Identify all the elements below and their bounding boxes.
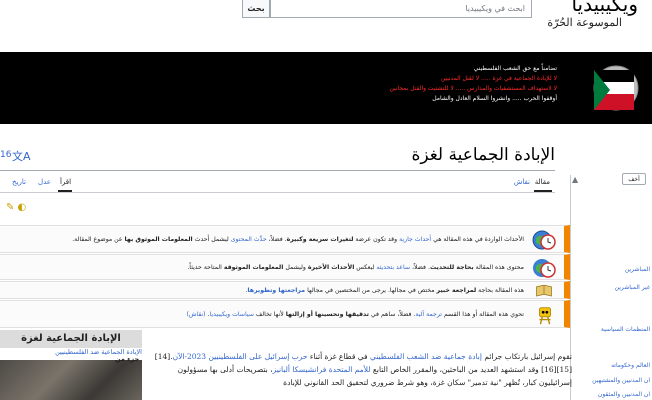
clock-globe-icon bbox=[533, 259, 556, 278]
text-run: . فضلاً، ساهم في bbox=[368, 311, 416, 318]
part-of-label: جزء من bbox=[115, 355, 140, 363]
text-run: وقد تكون عرضة bbox=[353, 236, 400, 243]
tab-talk[interactable]: نقاش bbox=[514, 178, 530, 186]
machine-translation-notice: تحوي هذه المقالة أو هذا القسم ترجمة آلية… bbox=[0, 300, 570, 328]
sidebar-link-5[interactable]: العالم وحكوماته bbox=[611, 362, 650, 369]
help-update-link[interactable]: ساعد بتحديثه bbox=[376, 264, 410, 271]
wikipedia-logo-title[interactable]: ويكيبيديا bbox=[571, 0, 638, 16]
language-count[interactable]: 16 bbox=[0, 150, 11, 160]
palestine-globe-emblem bbox=[593, 65, 639, 111]
infobox-photo[interactable] bbox=[0, 360, 142, 400]
solidarity-banner: تضامناً مع حق الشعب الفلسطيني لا للإبادة… bbox=[0, 52, 652, 124]
banner-line-3: لا لاستهداف المستشفيات والمدارس ..... لا… bbox=[389, 85, 557, 92]
war-link[interactable]: حرب إسرائيل على الفلسطينيين 2023-الآن bbox=[173, 352, 308, 361]
lead-paragraph: تقوم إسرائيل بارتكاب جرائم إبادة جماعية … bbox=[145, 350, 572, 389]
text-run: . فضلاً، bbox=[410, 264, 430, 271]
text-run: محتوى هذه المقالة bbox=[473, 264, 524, 271]
wikipedia-policies-link[interactable]: سياسات ويكيبيديا bbox=[210, 311, 254, 318]
sidebar-link-6[interactable]: ان المدنيين والمشتبهين bbox=[592, 377, 650, 384]
text-run: في قطاع غزة أثناء bbox=[307, 352, 371, 361]
un-rapporteur-link[interactable]: للأمم المتحدة فرانشيسكا ألبانيز bbox=[273, 365, 371, 374]
text-run: بحاجة للتحديث bbox=[429, 264, 474, 271]
text-run: ليعكس bbox=[354, 264, 377, 271]
notice-text: الأحداث الواردة في هذه المقالة هي أحداث … bbox=[6, 235, 524, 245]
text-run: عن موضوع المقالة. bbox=[72, 236, 125, 243]
sidebar-link-1[interactable]: المباشرين bbox=[625, 266, 650, 273]
tab-read[interactable]: اقرأ bbox=[60, 178, 71, 186]
scroll-up-icon[interactable]: ▲ bbox=[572, 175, 578, 184]
title-divider bbox=[0, 170, 555, 171]
notice-text: تحوي هذه المقالة أو هذا القسم ترجمة آلية… bbox=[6, 310, 524, 320]
text-run: وليشمل bbox=[283, 264, 308, 271]
banner-line-2: لا للإبادة الجماعية في غزة ..... لا لقتل… bbox=[440, 75, 557, 82]
genocide-link[interactable]: إبادة جماعية ضد الشعب الفلسطيني bbox=[370, 352, 482, 361]
search-input[interactable]: ابحث في ويكيبيديا bbox=[270, 0, 532, 18]
text-run: الأحداث الأخيرة bbox=[307, 264, 355, 271]
update-content-link[interactable]: حدِّث المحتوى bbox=[231, 236, 267, 243]
discussion-link[interactable]: (نقاش) bbox=[186, 311, 205, 318]
sidebar-link-7[interactable]: ان المدنيين والمثقون bbox=[598, 391, 650, 398]
tabs-divider bbox=[0, 192, 555, 193]
text-run: . فضلاً، bbox=[266, 236, 287, 243]
hide-sidebar-button[interactable]: أخف bbox=[622, 173, 646, 185]
machine-translation-link[interactable]: ترجمة آلية bbox=[415, 311, 442, 318]
text-run: المتاحة حديثاً. bbox=[187, 264, 224, 271]
wikipedia-logo-subtitle[interactable]: الموسوعة الحُرّة bbox=[547, 16, 622, 29]
banner-line-1: تضامناً مع حق الشعب الفلسطيني bbox=[473, 65, 557, 72]
tab-edit[interactable]: عدل bbox=[38, 178, 51, 186]
tab-article[interactable]: مقالة bbox=[535, 178, 550, 186]
text-run: تحوي هذه المقالة أو هذا القسم bbox=[441, 311, 524, 318]
page-title: الإبادة الجماعية لغزة bbox=[411, 145, 555, 165]
text-run: تدقيقها وتحسينها أو إزالتها bbox=[285, 311, 369, 318]
text-run: لأنها تخالف bbox=[253, 311, 286, 318]
clock-globe-icon bbox=[532, 230, 556, 250]
expert-review-notice: هذه المقالة بحاجة لمراجعة خبير مختص في م… bbox=[0, 281, 570, 299]
tab-history[interactable]: تاريخ bbox=[12, 178, 26, 186]
notice-text: هذه المقالة بحاجة لمراجعة خبير مختص في م… bbox=[6, 286, 524, 296]
robot-icon bbox=[539, 307, 551, 325]
text-run: لتغيرات سريعة وكبيرة bbox=[286, 236, 354, 243]
current-event-notice: الأحداث الواردة في هذه المقالة هي أحداث … bbox=[0, 225, 570, 253]
sidebar-link-4[interactable]: المنظمات السياسية bbox=[601, 326, 650, 333]
sidebar-link-2[interactable]: غير المباشرين bbox=[615, 284, 650, 291]
text-run: ليشمل أحدث bbox=[192, 236, 231, 243]
current-events-link[interactable]: أحداث جارية bbox=[399, 236, 431, 243]
update-needed-notice: محتوى هذه المقالة بحاجة للتحديث. فضلاً، … bbox=[0, 254, 570, 280]
text-run: هذه المقالة بحاجة bbox=[476, 287, 524, 294]
search-button[interactable]: بحث bbox=[242, 0, 270, 18]
review-link[interactable]: مراجعتها وتطويرها bbox=[247, 287, 305, 294]
text-run: الأحداث الواردة في هذه المقالة هي bbox=[431, 236, 524, 243]
banner-line-4: أوقفوا الحرب ..... وانشروا السلام العادل… bbox=[432, 95, 557, 102]
text-run: تقوم إسرائيل بارتكاب جرائم bbox=[481, 352, 572, 361]
text-run: لمراجعة خبير bbox=[436, 287, 477, 294]
site-header: ويكيبيديا الموسوعة الحُرّة ابحث في ويكيب… bbox=[0, 0, 652, 50]
banner-text: تضامناً مع حق الشعب الفلسطيني لا للإبادة… bbox=[217, 64, 557, 104]
translate-icon[interactable]: 文A bbox=[12, 148, 31, 164]
text-run: مختص في مجالها. يرجى من المختصين في مجال… bbox=[305, 287, 437, 294]
infobox-title: الإبادة الجماعية لغزة bbox=[0, 330, 142, 348]
page-tools-icons[interactable]: ✎ ◐ bbox=[6, 202, 26, 213]
text-run: المعلومات الموثوقة bbox=[223, 264, 284, 271]
text-run: المعلومات الموثوق بها bbox=[124, 236, 193, 243]
infobox: الإبادة الجماعية لغزة الإبادة الجماعية ض… bbox=[0, 330, 142, 400]
notice-text: محتوى هذه المقالة بحاجة للتحديث. فضلاً، … bbox=[6, 263, 524, 273]
